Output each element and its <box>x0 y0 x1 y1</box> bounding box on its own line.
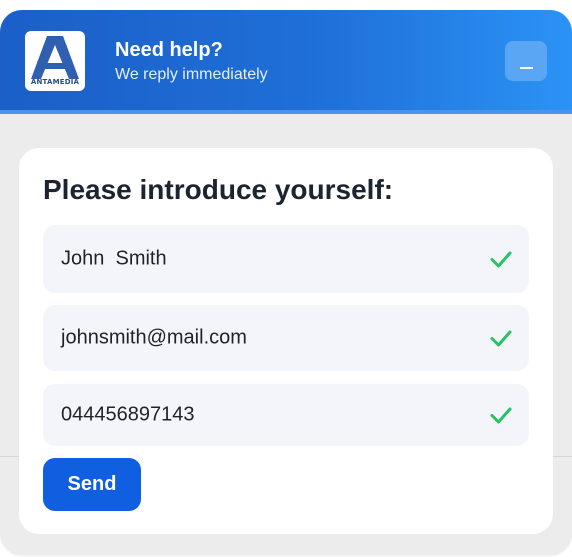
phone-field[interactable]: 044456897143 <box>43 384 529 446</box>
email-field-value: johnsmith@mail.com <box>61 326 247 349</box>
introduce-form-card: Please introduce yourself: John Smith jo… <box>19 148 553 534</box>
header-subtitle: We reply immediately <box>115 66 268 83</box>
header-title: Need help? <box>115 39 223 61</box>
chat-header: ANTAMEDIA Need help? We reply immediatel… <box>0 10 572 114</box>
chat-widget: ANTAMEDIA Need help? We reply immediatel… <box>0 10 572 555</box>
phone-field-value: 044456897143 <box>61 403 195 426</box>
check-icon <box>490 251 512 268</box>
check-icon <box>490 407 512 424</box>
logo-text: ANTAMEDIA <box>30 78 80 86</box>
antamedia-logo: ANTAMEDIA <box>25 31 85 91</box>
name-field-value: John Smith <box>61 247 167 270</box>
email-field[interactable]: johnsmith@mail.com <box>43 305 529 371</box>
minimize-button[interactable] <box>505 41 547 81</box>
check-icon <box>490 330 512 347</box>
form-title: Please introduce yourself: <box>43 174 394 205</box>
name-field[interactable]: John Smith <box>43 225 529 293</box>
send-button[interactable]: Send <box>43 458 141 511</box>
minimize-icon <box>520 67 533 69</box>
